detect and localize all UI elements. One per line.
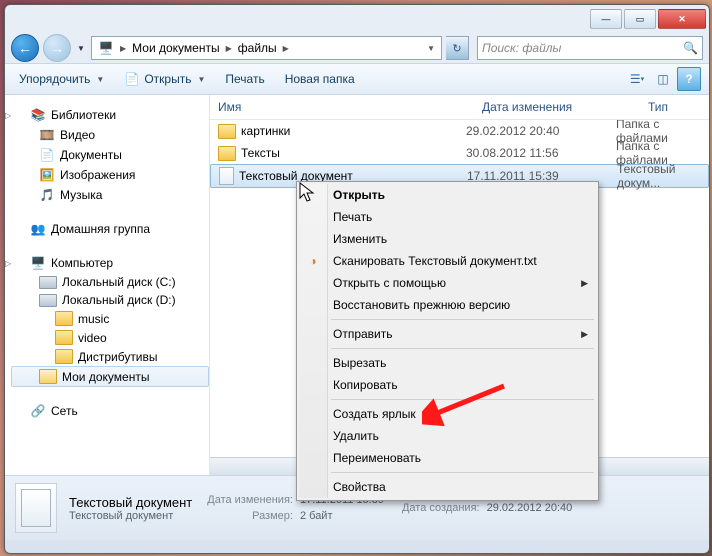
col-date[interactable]: Дата изменения (474, 100, 640, 114)
open-button[interactable]: 📄Открыть▼ (118, 68, 211, 90)
file-name: картинки (241, 124, 290, 138)
close-button[interactable]: ✕ (658, 9, 706, 29)
drive-c[interactable]: Локальный диск (C:) (11, 273, 209, 291)
command-bar: Упорядочить▼ 📄Открыть▼ Печать Новая папк… (5, 63, 709, 95)
forward-button[interactable]: → (43, 34, 71, 62)
file-type: Текстовый докум... (617, 162, 708, 190)
separator (331, 399, 594, 400)
breadcrumb-root[interactable]: 🖥️ (95, 38, 117, 58)
context-menu[interactable]: Открыть Печать Изменить ◑Сканировать Тек… (296, 181, 599, 501)
folder-icon (218, 146, 236, 161)
ctx-open-with[interactable]: Открыть с помощью▶ (299, 272, 596, 294)
preview-pane-button[interactable]: ◫ (651, 67, 675, 91)
ctx-open[interactable]: Открыть (299, 184, 596, 206)
ctx-edit[interactable]: Изменить (299, 228, 596, 250)
chevron-right-icon[interactable]: ▶ (280, 44, 292, 53)
file-name: Тексты (241, 146, 280, 160)
view-options-button[interactable]: ☰▾ (625, 67, 649, 91)
col-type[interactable]: Тип (640, 100, 709, 114)
libraries-video[interactable]: 🎞️Видео (11, 125, 209, 145)
chevron-right-icon[interactable]: ▶ (223, 44, 235, 53)
ctx-cut[interactable]: Вырезать (299, 352, 596, 374)
address-dropdown[interactable]: ▼ (424, 44, 438, 53)
refresh-button[interactable]: ↻ (446, 36, 469, 60)
ctx-delete[interactable]: Удалить (299, 425, 596, 447)
breadcrumb-seg-1[interactable]: Мои документы (129, 38, 222, 58)
folder-music[interactable]: music (11, 309, 209, 328)
title-bar[interactable]: — ▭ ✕ (5, 5, 709, 33)
libraries-music[interactable]: 🎵Музыка (11, 185, 209, 205)
address-bar[interactable]: 🖥️ ▶ Мои документы ▶ файлы ▶ ▼ (91, 36, 442, 60)
chevron-right-icon: ▶ (581, 329, 588, 340)
network-node[interactable]: 🔗Сеть (11, 401, 209, 421)
search-placeholder: Поиск: файлы (482, 41, 561, 55)
nav-history-dropdown[interactable]: ▼ (75, 37, 87, 59)
chevron-right-icon: ▶ (581, 278, 588, 289)
folder-video[interactable]: video (11, 328, 209, 347)
ctx-restore[interactable]: Восстановить прежнюю версию (299, 294, 596, 316)
folder-mydocs[interactable]: Мои документы (11, 366, 209, 387)
libraries-node[interactable]: ▷📚Библиотеки (11, 105, 209, 125)
details-mod-label: Дата изменения: (206, 493, 297, 507)
libraries-documents[interactable]: 📄Документы (11, 145, 209, 165)
column-headers[interactable]: Имя Дата изменения Тип (210, 95, 709, 120)
print-button[interactable]: Печать (219, 68, 270, 90)
organize-button[interactable]: Упорядочить▼ (13, 68, 110, 90)
folder-icon (218, 124, 236, 139)
new-folder-button[interactable]: Новая папка (279, 68, 361, 90)
details-size-label: Размер: (206, 509, 297, 523)
navigation-pane[interactable]: ▷📚Библиотеки 🎞️Видео 📄Документы 🖼️Изобра… (5, 95, 210, 475)
details-size-value: 2 байт (299, 509, 385, 523)
maximize-button[interactable]: ▭ (624, 9, 656, 29)
ctx-scan[interactable]: ◑Сканировать Текстовый документ.txt (299, 250, 596, 272)
breadcrumb-seg-2[interactable]: файлы (235, 38, 280, 58)
ctx-properties[interactable]: Свойства (299, 476, 596, 498)
back-button[interactable]: ← (11, 34, 39, 62)
search-input[interactable]: Поиск: файлы 🔍 (477, 36, 703, 60)
minimize-button[interactable]: — (590, 9, 622, 29)
separator (331, 348, 594, 349)
document-icon (219, 167, 234, 185)
ctx-print[interactable]: Печать (299, 206, 596, 228)
scan-icon: ◑ (305, 253, 321, 269)
separator (331, 319, 594, 320)
nav-row: ← → ▼ 🖥️ ▶ Мои документы ▶ файлы ▶ ▼ ↻ П… (5, 33, 709, 63)
homegroup-node[interactable]: 👥Домашняя группа (11, 219, 209, 239)
details-subtitle: Текстовый документ (69, 510, 192, 522)
search-icon[interactable]: 🔍 (683, 41, 698, 55)
folder-dist[interactable]: Дистрибутивы (11, 347, 209, 366)
ctx-shortcut[interactable]: Создать ярлык (299, 403, 596, 425)
details-title: Текстовый документ (69, 495, 192, 510)
libraries-pictures[interactable]: 🖼️Изображения (11, 165, 209, 185)
help-button[interactable]: ? (677, 67, 701, 91)
computer-node[interactable]: ▷🖥️Компьютер (11, 253, 209, 273)
file-date: 30.08.2012 11:56 (466, 146, 616, 160)
details-created-value: 29.02.2012 20:40 (486, 501, 574, 515)
file-large-icon (15, 483, 57, 533)
ctx-copy[interactable]: Копировать (299, 374, 596, 396)
details-created-label: Дата создания: (401, 501, 484, 515)
separator (331, 472, 594, 473)
file-row[interactable]: Тексты30.08.2012 11:56Папка с файлами (210, 142, 709, 164)
ctx-send-to[interactable]: Отправить▶ (299, 323, 596, 345)
file-date: 29.02.2012 20:40 (466, 124, 616, 138)
drive-d[interactable]: Локальный диск (D:) (11, 291, 209, 309)
chevron-right-icon[interactable]: ▶ (117, 44, 129, 53)
ctx-rename[interactable]: Переименовать (299, 447, 596, 469)
col-name[interactable]: Имя (210, 100, 474, 114)
